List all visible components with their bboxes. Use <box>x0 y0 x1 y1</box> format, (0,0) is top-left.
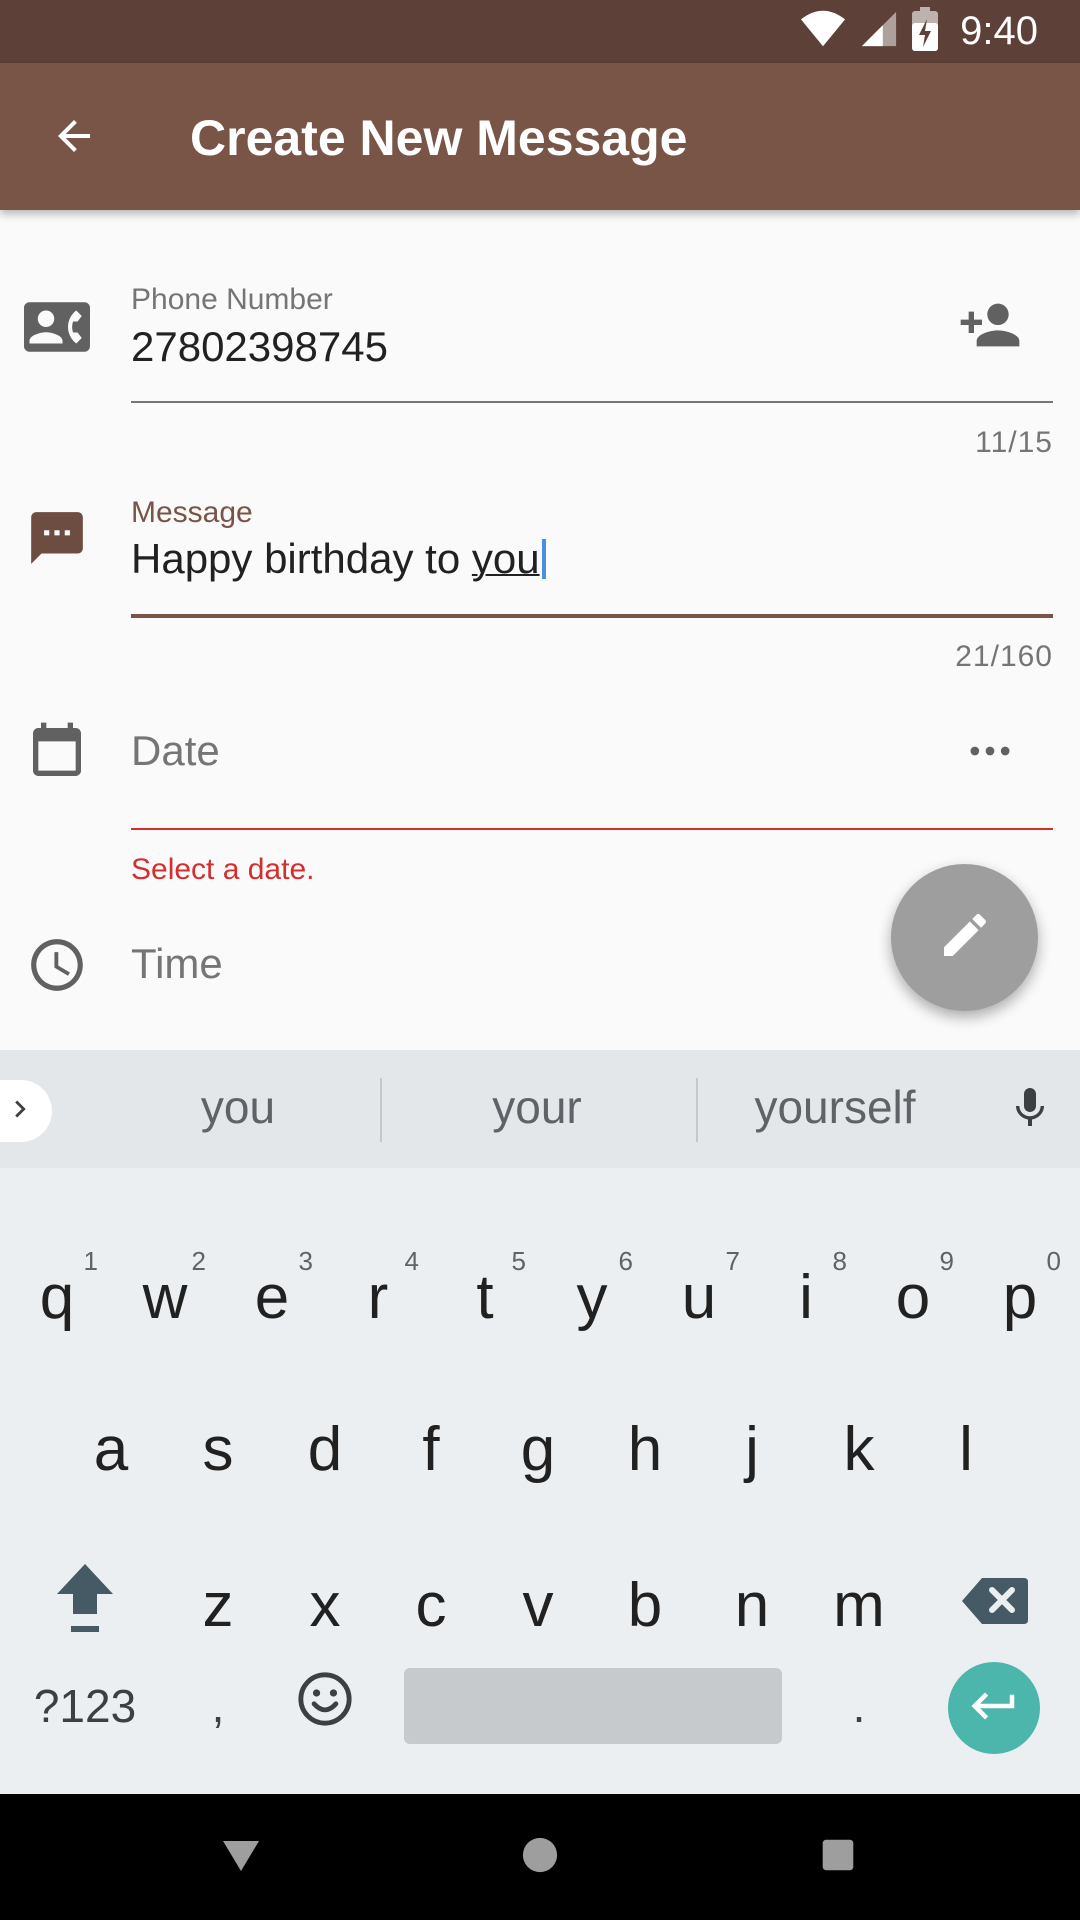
key-p[interactable]: p0 <box>967 1232 1073 1362</box>
key-l[interactable]: l <box>913 1384 1019 1514</box>
expand-toolbar-button[interactable] <box>0 1080 52 1142</box>
triangle-down-icon <box>221 1837 261 1878</box>
wifi-icon <box>800 9 846 54</box>
suggestion-2[interactable]: your <box>412 1080 662 1134</box>
soft-keyboard: you your yourself q1 w2 e3 r4 t5 y6 u7 i… <box>0 1050 1080 1794</box>
compose-fab[interactable] <box>891 864 1038 1011</box>
nav-back-button[interactable] <box>206 1822 276 1892</box>
app-bar: Create New Message <box>0 63 1080 210</box>
suggestion-3[interactable]: yourself <box>710 1080 960 1134</box>
key-n[interactable]: n <box>699 1540 805 1670</box>
status-bar: 9:40 <box>0 0 1080 63</box>
message-icon <box>24 505 90 571</box>
period-key[interactable]: . <box>806 1641 912 1771</box>
date-underline <box>131 828 1053 830</box>
shift-icon <box>53 1560 117 1651</box>
key-t[interactable]: t5 <box>432 1232 538 1362</box>
message-label: Message <box>131 496 253 529</box>
more-horiz-icon <box>964 725 1016 782</box>
chevron-right-icon <box>3 1092 37 1131</box>
key-r[interactable]: r4 <box>325 1232 431 1362</box>
enter-icon <box>967 1679 1021 1738</box>
text-cursor <box>541 539 546 579</box>
key-j[interactable]: j <box>699 1384 805 1514</box>
message-input[interactable]: Happy birthday to you <box>131 535 546 583</box>
status-icons: 9:40 <box>800 0 1038 63</box>
nav-recents-button[interactable] <box>803 1822 873 1892</box>
screen: 9:40 Create New Message Phone Number 278… <box>0 0 1080 1920</box>
date-picker-button[interactable] <box>955 718 1025 788</box>
message-underline <box>131 614 1053 618</box>
person-add-icon <box>958 293 1022 362</box>
key-o[interactable]: o9 <box>860 1232 966 1362</box>
space-key[interactable] <box>404 1668 782 1744</box>
circle-icon <box>521 1836 559 1879</box>
emoji-key[interactable] <box>272 1641 378 1771</box>
symbols-key[interactable]: ?123 <box>26 1641 144 1771</box>
backspace-icon <box>962 1570 1028 1641</box>
composing-word: you <box>471 535 540 582</box>
battery-charging-icon <box>912 7 939 56</box>
key-d[interactable]: d <box>272 1384 378 1514</box>
nav-home-button[interactable] <box>505 1822 575 1892</box>
phone-number-label: Phone Number <box>131 283 333 316</box>
key-e[interactable]: e3 <box>219 1232 325 1362</box>
emoji-icon <box>296 1670 354 1743</box>
backspace-key[interactable] <box>942 1540 1048 1670</box>
phone-number-counter: 11/15 <box>975 426 1053 459</box>
key-c[interactable]: c <box>378 1540 484 1670</box>
system-nav-bar <box>0 1794 1080 1920</box>
microphone-icon <box>1006 1082 1054 1139</box>
key-w[interactable]: w2 <box>112 1232 218 1362</box>
date-input[interactable]: Date <box>131 727 220 775</box>
phone-number-input[interactable]: 27802398745 <box>131 323 388 371</box>
status-time: 9:40 <box>960 9 1038 53</box>
key-g[interactable]: g <box>485 1384 591 1514</box>
key-f[interactable]: f <box>378 1384 484 1514</box>
key-h[interactable]: h <box>592 1384 698 1514</box>
key-i[interactable]: i8 <box>753 1232 859 1362</box>
phone-number-underline <box>131 401 1053 403</box>
back-button[interactable] <box>34 103 114 173</box>
date-error-text: Select a date. <box>131 853 315 886</box>
square-icon <box>821 1838 855 1877</box>
voice-input-button[interactable] <box>1000 1078 1060 1142</box>
suggestion-1[interactable]: you <box>113 1080 363 1134</box>
key-v[interactable]: v <box>485 1540 591 1670</box>
key-s[interactable]: s <box>165 1384 271 1514</box>
message-text: Happy birthday to <box>131 535 472 582</box>
key-k[interactable]: k <box>806 1384 912 1514</box>
contact-phone-icon <box>24 294 90 360</box>
suggestion-divider <box>380 1078 382 1142</box>
edit-icon <box>937 907 993 968</box>
arrow-back-icon <box>50 112 98 165</box>
enter-key[interactable] <box>948 1662 1040 1754</box>
key-y[interactable]: y6 <box>539 1232 645 1362</box>
page-title: Create New Message <box>190 110 688 166</box>
clock-icon <box>24 932 90 998</box>
suggestion-strip: you your yourself <box>0 1050 1080 1168</box>
key-q[interactable]: q1 <box>4 1232 110 1362</box>
key-b[interactable]: b <box>592 1540 698 1670</box>
key-a[interactable]: a <box>58 1384 164 1514</box>
comma-key[interactable]: , <box>165 1641 271 1771</box>
message-counter: 21/160 <box>955 640 1053 673</box>
suggestion-divider <box>696 1078 698 1142</box>
cell-signal-icon <box>860 9 898 54</box>
key-u[interactable]: u7 <box>646 1232 752 1362</box>
time-input[interactable]: Time <box>131 940 223 988</box>
add-contact-button[interactable] <box>955 292 1025 362</box>
calendar-icon <box>24 719 90 785</box>
